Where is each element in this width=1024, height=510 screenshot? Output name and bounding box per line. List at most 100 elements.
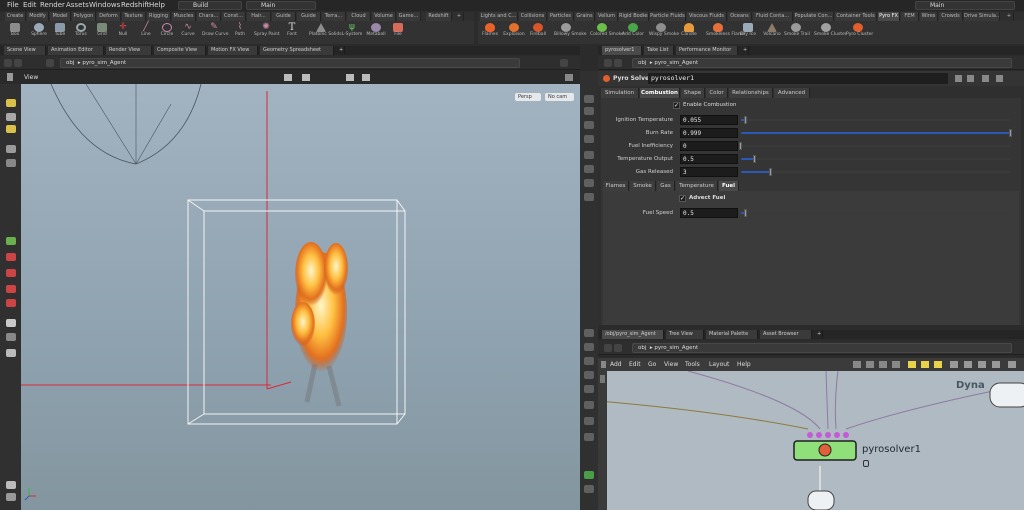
metaball-tool[interactable]: Metaball <box>364 22 388 44</box>
menu-file[interactable]: File <box>7 0 19 11</box>
wispy-smoke-tool[interactable]: Wispy Smoke <box>649 22 679 44</box>
select-tool-icon[interactable] <box>6 99 16 107</box>
shelf-tab[interactable]: Wires <box>920 12 938 21</box>
slider-handle[interactable] <box>739 142 742 150</box>
shelf-tab[interactable]: Container Tools <box>835 12 877 21</box>
shelf-tab[interactable]: Muscles <box>172 12 196 21</box>
input-port[interactable] <box>807 432 813 438</box>
font-tool[interactable]: T Font <box>280 22 304 44</box>
shelf-tab[interactable]: Modify <box>27 12 49 21</box>
menu-redshift[interactable]: Redshift <box>121 0 149 11</box>
main-desktop-dropdown-right[interactable]: Main <box>915 1 1015 10</box>
pin-icon[interactable] <box>560 59 568 67</box>
shelf-tab[interactable]: Redshift <box>426 12 452 21</box>
path-field[interactable]: obj ▸ pyro_sim_Agent <box>60 58 520 68</box>
view-options-icon[interactable] <box>565 74 573 81</box>
network-menu-edit[interactable]: Edit <box>629 358 641 371</box>
network-sticky-icon[interactable] <box>921 361 929 368</box>
network-info-icon[interactable] <box>964 361 972 368</box>
arrow-tool-icon[interactable] <box>6 145 16 153</box>
network-flag-icon[interactable] <box>934 361 942 368</box>
add-pane-tab-icon[interactable]: + <box>740 46 749 55</box>
smoke-cluster-tool[interactable]: Smoke Cluster <box>814 22 847 44</box>
go-icon[interactable] <box>584 471 594 479</box>
dop-network-node[interactable] <box>989 382 1024 408</box>
snap-grid-icon[interactable] <box>6 269 16 277</box>
input-port[interactable] <box>816 432 822 438</box>
render-icon[interactable] <box>584 357 594 365</box>
shelf-tab[interactable]: Rigging <box>147 12 171 21</box>
network-view-icon[interactable] <box>950 361 958 368</box>
network-menu-help[interactable]: Help <box>737 358 751 371</box>
slider-handle[interactable] <box>744 116 748 124</box>
gas-released-slider[interactable] <box>741 168 1011 176</box>
ignition-temperature-slider[interactable] <box>741 116 1011 124</box>
network-grid-icon[interactable] <box>866 361 874 368</box>
fuel-inefficiency-field[interactable]: 0 <box>680 141 738 151</box>
subtab-fuel[interactable]: Fuel <box>719 181 739 191</box>
colored-smoke-tool[interactable]: Colored Smoke <box>590 22 624 44</box>
shelf-tab[interactable]: Deform <box>97 12 121 21</box>
smoke-trail-tool[interactable]: Smoke Trail <box>784 22 810 44</box>
network-select-icon[interactable] <box>853 361 861 368</box>
shelf-tab[interactable]: Populate Con... <box>794 12 834 21</box>
billowy-smoke-tool[interactable]: Billowy Smoke <box>554 22 587 44</box>
tab-take-list[interactable]: Take List <box>644 46 674 55</box>
slider-handle[interactable] <box>768 168 772 176</box>
tab-asset-browser[interactable]: Asset Browser <box>760 330 812 339</box>
advect-fuel-toggle[interactable]: ✓ Advect Fuel <box>679 193 725 204</box>
subtab-gas[interactable]: Gas <box>657 181 675 191</box>
platonic-solids-tool[interactable]: Platonic Solids <box>309 22 342 44</box>
menu-windows[interactable]: Windows <box>89 0 120 11</box>
input-port[interactable] <box>843 432 849 438</box>
shelf-tab[interactable]: Particles <box>548 12 574 21</box>
shelf-tab[interactable]: Chara... <box>197 12 221 21</box>
shelf-tab[interactable]: Game... <box>397 12 421 21</box>
home-icon[interactable] <box>46 59 54 67</box>
network-pin-icon[interactable] <box>978 361 986 368</box>
ignition-temperature-field[interactable]: 0.055 <box>680 115 738 125</box>
enable-combustion-toggle[interactable]: ✓ Enable Combustion <box>673 100 736 111</box>
network-menu-add[interactable]: Add <box>610 358 622 371</box>
add-shelf-tab-icon[interactable]: + <box>1005 12 1014 21</box>
shelf-tab[interactable]: Hair... <box>247 12 271 21</box>
bypass-icon[interactable] <box>584 371 594 379</box>
forward-arrow-icon[interactable] <box>614 344 622 352</box>
network-color-icon[interactable] <box>892 361 900 368</box>
gas-released-field[interactable]: 3 <box>680 167 738 177</box>
l-system-tool[interactable]: ψ L-System <box>340 22 364 44</box>
shelf-tab[interactable]: Fluid Conta... <box>753 12 793 21</box>
shaded-icon[interactable] <box>584 121 594 129</box>
forward-arrow-icon[interactable] <box>614 59 622 67</box>
temperature-output-field[interactable]: 0.5 <box>680 154 738 164</box>
network-editor[interactable]: pyrosolver1 Dyna <box>598 371 1024 510</box>
tab-shape[interactable]: Shape <box>681 88 705 98</box>
uv-icon[interactable] <box>584 179 594 187</box>
tab-network-path[interactable]: /obj/pyro_sim_Agent <box>602 330 664 339</box>
node-name-field[interactable]: pyrosolver1 <box>648 73 948 84</box>
display-icon[interactable] <box>584 95 594 103</box>
input-port[interactable] <box>825 432 831 438</box>
subtab-temperature[interactable]: Temperature <box>676 181 718 191</box>
shelf-tab[interactable]: Cloud <box>347 12 371 21</box>
points-icon[interactable] <box>584 151 594 159</box>
curve-tool[interactable]: ∿ Curve <box>176 22 200 44</box>
view-select-icon[interactable] <box>346 74 354 81</box>
ghost-icon[interactable] <box>584 107 594 115</box>
shelf-tab[interactable]: FEM <box>901 12 919 21</box>
tab-scene-view[interactable]: Scene View <box>4 46 46 55</box>
shelf-tab[interactable]: Grains <box>575 12 595 21</box>
network-close-icon[interactable] <box>1008 361 1016 368</box>
snap-curve-icon[interactable] <box>6 299 16 307</box>
add-pane-tab-icon[interactable]: + <box>336 46 345 55</box>
shelf-tab[interactable]: Polygon <box>72 12 96 21</box>
back-arrow-icon[interactable] <box>604 59 612 67</box>
tab-advanced[interactable]: Advanced <box>774 88 810 98</box>
normals-icon[interactable] <box>584 165 594 173</box>
shelf-tab[interactable]: Drive Simula... <box>964 12 1000 21</box>
tab-motion-fx-view[interactable]: Motion FX View <box>208 46 258 55</box>
subtab-flames[interactable]: Flames <box>603 181 629 191</box>
back-arrow-icon[interactable] <box>604 344 612 352</box>
network-layout-icon[interactable] <box>879 361 887 368</box>
fuel-inefficiency-slider[interactable] <box>739 142 1011 150</box>
